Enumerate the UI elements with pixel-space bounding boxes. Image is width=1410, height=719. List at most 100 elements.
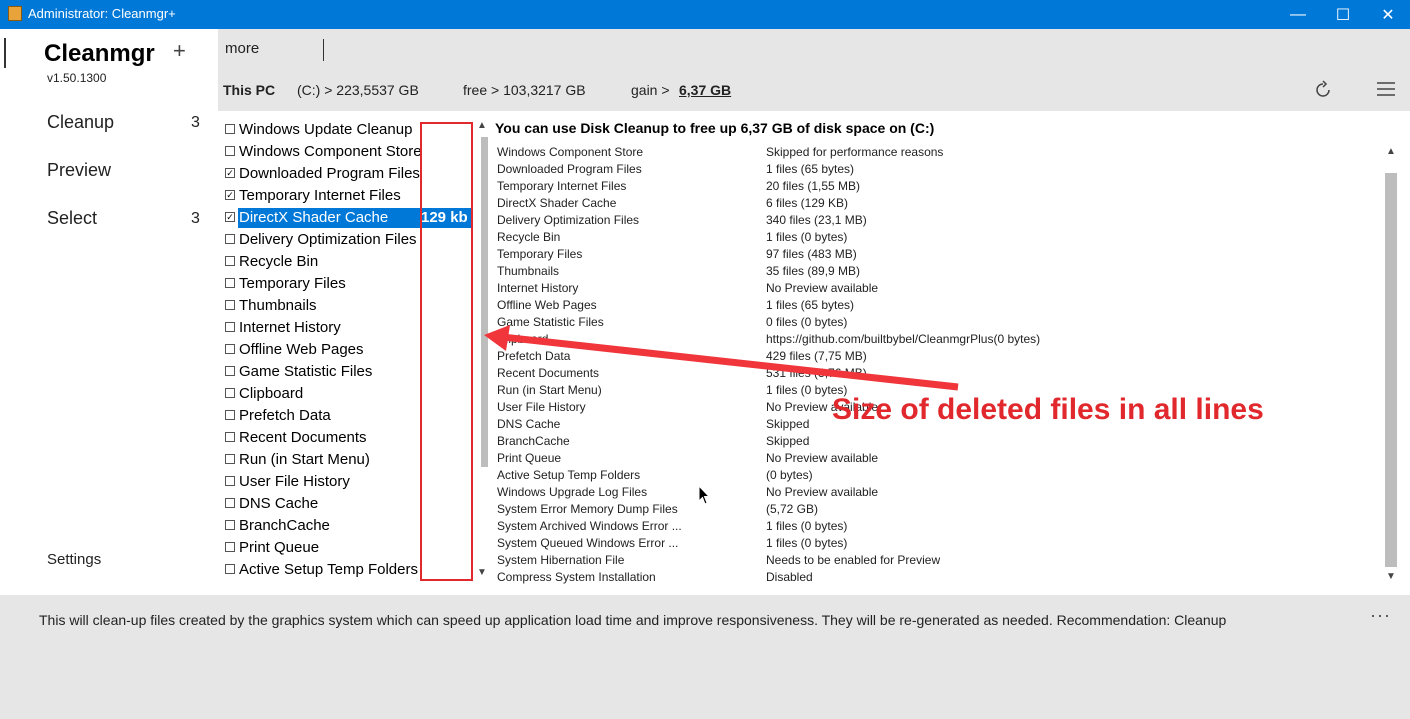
- list-scroll-down-icon[interactable]: ▼: [477, 567, 487, 578]
- checkbox-unchecked[interactable]: [225, 366, 235, 376]
- checklist-item-label: Print Queue: [239, 538, 320, 556]
- preview-row-name: Delivery Optimization Files: [497, 213, 640, 227]
- minimize-button[interactable]: —: [1275, 0, 1321, 29]
- checkbox-unchecked[interactable]: [225, 256, 235, 266]
- checklist-item[interactable]: ✓ Temporary Internet Files: [225, 184, 401, 206]
- preview-heading: You can use Disk Cleanup to free up 6,37…: [495, 120, 935, 136]
- preview-row-value: 1 files (65 bytes): [766, 162, 855, 176]
- checklist-item[interactable]: ✓ DirectX Shader Cache: [225, 206, 388, 228]
- checklist-item-label: Clipboard: [239, 384, 304, 402]
- preview-row-value: 97 files (483 MB): [766, 247, 857, 261]
- preview-row-name: Clipboard: [497, 332, 549, 346]
- gain-value[interactable]: 6,37 GB: [679, 82, 731, 98]
- checklist-item-label: Recycle Bin: [239, 252, 319, 270]
- preview-row-name: Game Statistic Files: [497, 315, 604, 329]
- checklist-item[interactable]: Thumbnails: [225, 294, 317, 316]
- checkbox-unchecked[interactable]: [225, 542, 235, 552]
- checklist-item-label: Game Statistic Files: [239, 362, 373, 380]
- nav-item-select[interactable]: Select: [47, 208, 97, 229]
- checklist-item[interactable]: Game Statistic Files: [225, 360, 372, 382]
- checkbox-checked[interactable]: ✓: [225, 190, 235, 200]
- nav-item-cleanup[interactable]: Cleanup: [47, 112, 114, 133]
- preview-row-name: Thumbnails: [497, 264, 560, 278]
- checklist-item[interactable]: Recent Documents: [225, 426, 367, 448]
- selected-item-size: 129 kb: [421, 209, 468, 226]
- checklist-item-label: User File History: [239, 472, 350, 490]
- preview-row-value: 1 files (65 bytes): [766, 298, 855, 312]
- pc-label: This PC: [223, 82, 276, 98]
- checklist-item[interactable]: Run (in Start Menu): [225, 448, 370, 470]
- checklist-item[interactable]: DNS Cache: [225, 492, 318, 514]
- preview-row-name: Temporary Files: [497, 247, 583, 261]
- checklist-item-label: Active Setup Temp Folders: [239, 560, 418, 578]
- checklist-item[interactable]: Clipboard: [225, 382, 303, 404]
- preview-row-value: https://github.com/builtbybel/CleanmgrPl…: [766, 332, 1041, 346]
- checklist-item-label: Windows Update Cleanup: [239, 120, 413, 138]
- preview-row-value: 0 files (0 bytes): [766, 315, 848, 329]
- checkbox-unchecked[interactable]: [225, 564, 235, 574]
- close-button[interactable]: ✕: [1365, 0, 1410, 29]
- maximize-button[interactable]: ☐: [1320, 0, 1366, 29]
- checklist-item[interactable]: BranchCache: [225, 514, 330, 536]
- checkbox-unchecked[interactable]: [225, 454, 235, 464]
- checkbox-unchecked[interactable]: [225, 476, 235, 486]
- checkbox-checked[interactable]: ✓: [225, 168, 235, 178]
- preview-row-name: System Archived Windows Error ...: [497, 519, 682, 533]
- tab-bar: [218, 29, 1410, 69]
- checklist-item[interactable]: Active Setup Temp Folders: [225, 558, 418, 580]
- checklist-item[interactable]: Recycle Bin: [225, 250, 318, 272]
- checkbox-unchecked[interactable]: [225, 344, 235, 354]
- checkbox-unchecked[interactable]: [225, 498, 235, 508]
- checklist-item[interactable]: Delivery Optimization Files: [225, 228, 417, 250]
- more-tab[interactable]: more: [225, 40, 259, 57]
- checklist-item-label: DNS Cache: [239, 494, 319, 512]
- preview-row-value: Skipped: [766, 434, 810, 448]
- checkbox-unchecked[interactable]: [225, 388, 235, 398]
- preview-row-name: System Error Memory Dump Files: [497, 502, 678, 516]
- checklist-item[interactable]: Prefetch Data: [225, 404, 331, 426]
- checkbox-unchecked[interactable]: [225, 234, 235, 244]
- preview-row-name: BranchCache: [497, 434, 570, 448]
- add-tab-button[interactable]: +: [173, 38, 186, 64]
- checklist-item[interactable]: Windows Component Store: [225, 140, 422, 162]
- checkbox-unchecked[interactable]: [225, 410, 235, 420]
- checkbox-unchecked[interactable]: [225, 322, 235, 332]
- hamburger-menu-icon[interactable]: [1377, 82, 1395, 96]
- app-name: Cleanmgr: [44, 40, 155, 67]
- list-scroll-up-icon[interactable]: ▲: [477, 120, 487, 131]
- checklist-item-label: Recent Documents: [239, 428, 367, 446]
- checkbox-unchecked[interactable]: [225, 432, 235, 442]
- checkbox-unchecked[interactable]: [225, 300, 235, 310]
- list-scrollbar[interactable]: [481, 137, 488, 467]
- checklist-item[interactable]: Temporary Files: [225, 272, 346, 294]
- checklist-item[interactable]: Internet History: [225, 316, 341, 338]
- checklist-item-label: Internet History: [239, 318, 341, 336]
- settings-link[interactable]: Settings: [47, 551, 101, 568]
- preview-scroll-down-icon[interactable]: ▼: [1386, 571, 1396, 582]
- checkbox-checked[interactable]: ✓: [225, 212, 235, 222]
- checklist-item[interactable]: Windows Update Cleanup: [225, 118, 412, 140]
- more-options-icon[interactable]: ···: [1370, 605, 1391, 626]
- preview-scroll-up-icon[interactable]: ▲: [1386, 146, 1396, 157]
- preview-row-name: System Queued Windows Error ...: [497, 536, 679, 550]
- checkbox-unchecked[interactable]: [225, 146, 235, 156]
- checklist-item[interactable]: Print Queue: [225, 536, 319, 558]
- checkbox-unchecked[interactable]: [225, 520, 235, 530]
- preview-row-value: 35 files (89,9 MB): [766, 264, 861, 278]
- preview-row-value: No Preview available: [766, 451, 879, 465]
- checkbox-unchecked[interactable]: [225, 124, 235, 134]
- refresh-icon[interactable]: [1313, 80, 1333, 100]
- preview-row-name: Temporary Internet Files: [497, 179, 627, 193]
- preview-row-name: Recycle Bin: [497, 230, 561, 244]
- app-icon: [8, 6, 22, 21]
- checklist-item[interactable]: ✓ Downloaded Program Files: [225, 162, 420, 184]
- checklist-item[interactable]: User File History: [225, 470, 350, 492]
- preview-row-value: Skipped: [766, 417, 810, 431]
- preview-scrollbar[interactable]: [1385, 173, 1397, 567]
- checklist-item[interactable]: Offline Web Pages: [225, 338, 364, 360]
- tab-divider: [323, 39, 324, 61]
- gain-label: gain >: [631, 82, 670, 98]
- nav-count-cleanup: 3: [191, 114, 200, 131]
- nav-item-preview[interactable]: Preview: [47, 160, 111, 181]
- checkbox-unchecked[interactable]: [225, 278, 235, 288]
